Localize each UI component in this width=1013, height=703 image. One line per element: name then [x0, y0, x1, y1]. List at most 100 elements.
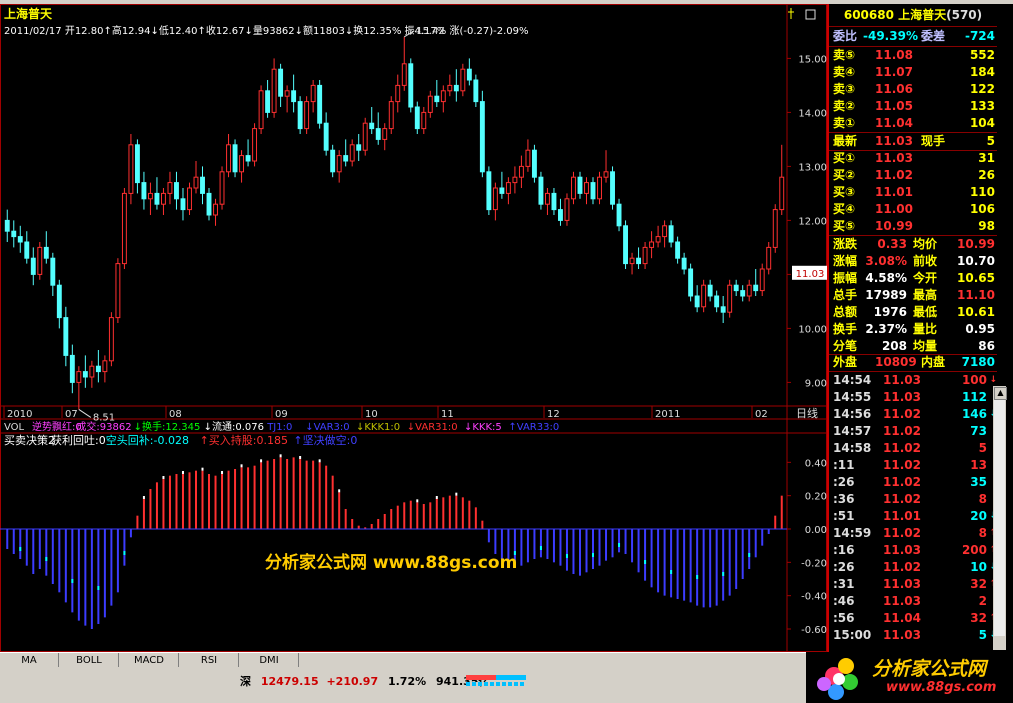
- stat-value: 3.08%: [865, 254, 907, 268]
- tab-ma[interactable]: MA: [0, 653, 59, 668]
- candle-body: [720, 306, 726, 313]
- bid-level: 买④ 11.00 106: [829, 201, 997, 218]
- current-price-label: 11.03: [796, 269, 825, 280]
- tick-time: 14:54: [833, 373, 872, 387]
- candle-body: [17, 236, 23, 243]
- level-price: 10.99: [875, 219, 913, 233]
- stat-label: 最高: [913, 288, 938, 302]
- candle-body: [193, 176, 199, 189]
- tick-price: 11.02: [883, 492, 921, 506]
- scroll-track[interactable]: [994, 400, 1005, 636]
- maximize-icon[interactable]: [805, 9, 816, 20]
- ind-axis-label: 0.00: [805, 525, 827, 536]
- stat-value: 4.58%: [865, 271, 907, 285]
- candle-body: [694, 295, 700, 308]
- candle-body: [453, 84, 459, 92]
- watermark-text: 分析家公式网 www.88gs.com: [265, 552, 517, 573]
- index-pct: 1.72%: [387, 675, 427, 688]
- candle-body: [597, 176, 602, 200]
- level-volume: 133: [969, 99, 995, 113]
- candle-body: [63, 317, 69, 356]
- tick-row: :2611.0210↓: [829, 559, 997, 576]
- kline-chart-svg[interactable]: 15.0014.0013.0012.0011.0010.009.0011.032…: [0, 4, 827, 652]
- price-axis-label: 13.00: [798, 162, 827, 173]
- candle-body: [466, 68, 472, 81]
- vol-row-item: ↓流通:0.076: [204, 420, 264, 433]
- candle-body: [629, 257, 635, 265]
- candle-body: [636, 257, 642, 265]
- indicator-row-item: ↑坚决做空:0: [293, 433, 357, 447]
- divider: [829, 26, 997, 27]
- candle-body: [375, 128, 381, 140]
- candle-body: [701, 284, 707, 308]
- candle-body: [317, 84, 323, 124]
- time-axis-label: 02: [755, 409, 768, 420]
- tick-price: 11.02: [883, 458, 921, 472]
- indicator-row-item: 买卖决策2: [4, 433, 55, 447]
- candle-body: [414, 106, 420, 130]
- candle-body: [310, 84, 316, 103]
- stat-label: 前收: [913, 254, 938, 268]
- tick-price: 11.03: [883, 577, 921, 591]
- candle-body: [95, 365, 101, 373]
- level-price: 11.04: [875, 116, 913, 130]
- bid-level: 买③ 11.01 110: [829, 184, 997, 201]
- level-label: 买③: [833, 185, 856, 199]
- tick-row: :11 11.02 13: [829, 457, 997, 474]
- level-volume: 122: [969, 82, 995, 96]
- bid-level: 买② 11.02 26: [829, 167, 997, 184]
- stat-label: 均价: [913, 237, 938, 251]
- candle-body: [681, 257, 687, 270]
- time-axis-label: 12: [547, 409, 560, 420]
- candle-body: [421, 111, 427, 130]
- candle-body: [733, 284, 739, 292]
- candle-body: [531, 149, 537, 178]
- tab-macd[interactable]: MACD: [120, 653, 179, 668]
- stat-value: 0.95: [965, 322, 995, 336]
- level-volume: 552: [969, 48, 995, 62]
- time-axis-label: 11: [441, 409, 454, 420]
- weibi-value: -49.39%: [863, 29, 918, 43]
- tick-volume: 20: [970, 509, 987, 523]
- candle-body: [239, 155, 245, 173]
- latest-price: 11.03: [875, 134, 913, 148]
- stat-value: 10.99: [957, 237, 995, 251]
- breadth-up-bar: [466, 675, 496, 680]
- tab-rsi[interactable]: RSI: [180, 653, 239, 668]
- tick-scrollbar[interactable]: ▲: [993, 386, 1007, 650]
- inner-label: 内盘: [921, 355, 946, 369]
- bid-level: 买⑤ 10.99 98: [829, 218, 997, 235]
- level-volume: 31: [978, 151, 995, 165]
- stat-label: 分笔: [833, 339, 858, 353]
- stat-label: 总额: [833, 305, 858, 319]
- level-label: 买①: [833, 151, 856, 165]
- tab-dmi[interactable]: DMI: [240, 653, 299, 668]
- tick-row: :5111.0120↓: [829, 508, 997, 525]
- level-volume: 98: [978, 219, 995, 233]
- level-price: 11.03: [875, 151, 913, 165]
- ask-level: 卖⑤ 11.08 552: [829, 47, 997, 64]
- tick-time: :51: [833, 509, 855, 523]
- kline-chart-area[interactable]: 15.0014.0013.0012.0011.0010.009.0011.032…: [0, 4, 827, 652]
- candle-body: [252, 128, 258, 162]
- tick-time: 14:59: [833, 526, 872, 540]
- price-axis-label: 10.00: [798, 324, 827, 335]
- level-price: 11.00: [875, 202, 913, 216]
- breadth-ticks-bar: [466, 682, 526, 686]
- tick-price: 11.03: [883, 594, 921, 608]
- breadth-down-bar: [496, 675, 526, 680]
- tick-row: :26 11.02 35: [829, 474, 997, 491]
- tick-time: 14:57: [833, 424, 872, 438]
- ask-level: 卖① 11.04 104: [829, 115, 997, 132]
- candle-body: [330, 149, 336, 173]
- candle-body: [505, 182, 511, 194]
- candle-body: [50, 257, 56, 286]
- scroll-up-icon[interactable]: ▲: [994, 387, 1007, 400]
- time-axis-label: 09: [275, 409, 288, 420]
- level-label: 买④: [833, 202, 856, 216]
- candle-body: [121, 192, 127, 265]
- stats-row: 涨跌 0.33 均价 10.99: [829, 236, 997, 253]
- tab-boll[interactable]: BOLL: [60, 653, 119, 668]
- stat-value: 10.61: [957, 305, 995, 319]
- candle-body: [56, 284, 62, 319]
